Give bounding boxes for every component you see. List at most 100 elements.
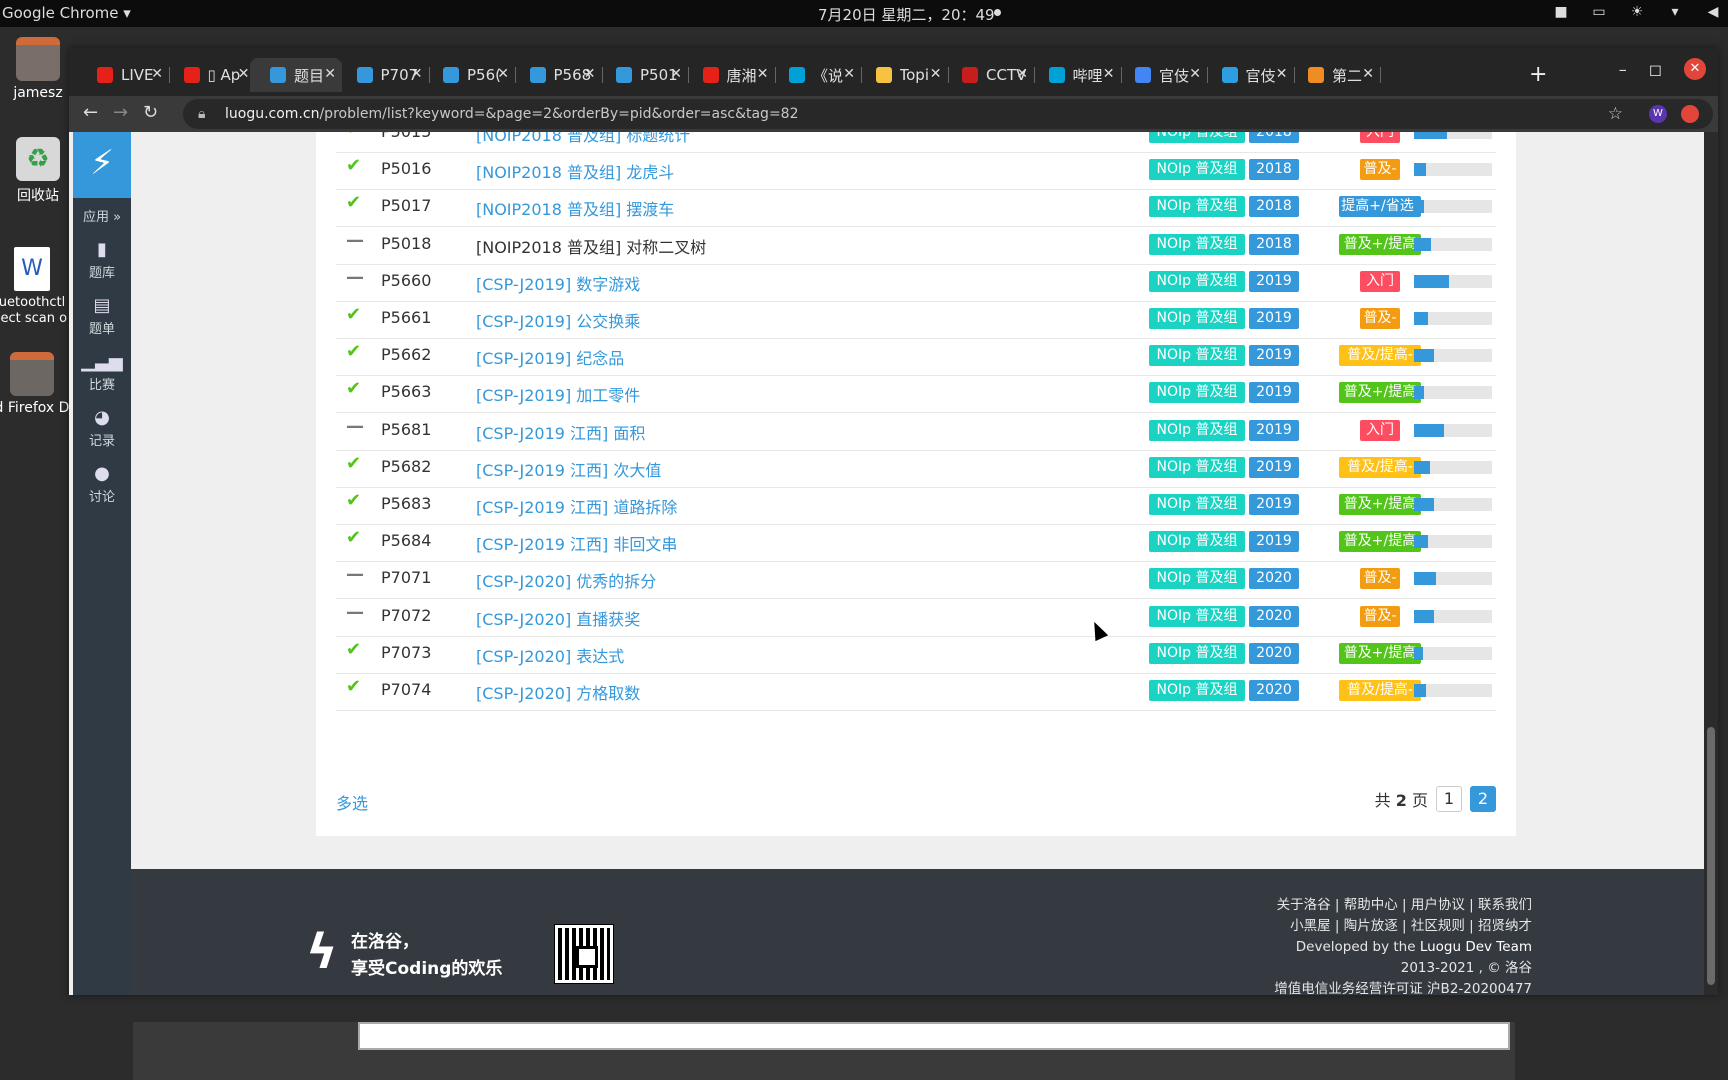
license-link[interactable]: 增值电信业务经营许可证 沪B2-20200477	[1274, 979, 1532, 995]
close-window-icon[interactable]: ✕	[1684, 58, 1706, 80]
tab-close-icon[interactable]: ✕	[324, 66, 336, 82]
browser-tab[interactable]: CCTV ✕	[942, 58, 1035, 92]
footer-link[interactable]: 招贤纳才	[1478, 918, 1532, 934]
tab-close-icon[interactable]: ✕	[1276, 66, 1288, 82]
footer-link[interactable]: 陶片放逐	[1344, 918, 1398, 934]
browser-tab[interactable]: 官伎 ✕	[1202, 58, 1295, 92]
problem-title-link[interactable]: [CSP-J2020] 表达式	[476, 643, 624, 667]
source-tag[interactable]: NOIp 普及组	[1149, 233, 1245, 255]
desktop-icon-home[interactable]: jamesz	[2, 37, 74, 101]
desktop-icon-folder[interactable]: d Firefox D	[0, 352, 72, 416]
browser-tab[interactable]: 哔哩 ✕	[1029, 58, 1122, 92]
year-tag[interactable]: 2020	[1249, 642, 1299, 664]
footer-link[interactable]: 小黑屋	[1290, 918, 1331, 934]
year-tag[interactable]: 2019	[1249, 419, 1299, 441]
extension-icon[interactable]: W	[1649, 105, 1667, 123]
minimize-icon[interactable]: –	[1619, 60, 1627, 79]
camera-icon[interactable]: ■	[1552, 3, 1570, 21]
footer-link[interactable]: 帮助中心	[1344, 897, 1398, 913]
browser-tab[interactable]: P568 ✕	[510, 58, 603, 92]
year-tag[interactable]: 2019	[1249, 531, 1299, 553]
problem-title-link[interactable]: [NOIP2018 普及组] 摆渡车	[476, 196, 674, 220]
browser-tab[interactable]: Topi ✕	[856, 58, 949, 92]
problem-title-link[interactable]: [CSP-J2019 江西] 面积	[476, 420, 645, 444]
sidebar-item-discuss[interactable]: ● 讨论	[73, 463, 131, 505]
problem-title-link[interactable]: [CSP-J2020] 优秀的拆分	[476, 568, 656, 592]
keyboard-icon[interactable]: ▭	[1590, 3, 1608, 21]
source-tag[interactable]: NOIp 普及组	[1149, 642, 1245, 664]
source-tag[interactable]: NOIp 普及组	[1149, 605, 1245, 627]
source-tag[interactable]: NOIp 普及组	[1149, 568, 1245, 590]
back-icon[interactable]: ←	[83, 102, 98, 123]
app-menu[interactable]: Google Chrome ▾	[2, 4, 131, 22]
source-tag[interactable]: NOIp 普及组	[1149, 419, 1245, 441]
source-tag[interactable]: NOIp 普及组	[1149, 159, 1245, 181]
tab-close-icon[interactable]: ✕	[411, 66, 423, 82]
source-tag[interactable]: NOIp 普及组	[1149, 680, 1245, 701]
page-scrollbar[interactable]	[1704, 132, 1718, 995]
problem-title-link[interactable]: [NOIP2018 普及组] 龙虎斗	[476, 159, 674, 183]
sidebar-item-contest[interactable]: ▁▃▅ 比赛	[73, 351, 131, 393]
tab-close-icon[interactable]: ✕	[757, 66, 769, 82]
source-tag[interactable]: NOIp 普及组	[1149, 345, 1245, 367]
source-tag[interactable]: NOIp 普及组	[1149, 382, 1245, 404]
source-tag[interactable]: NOIp 普及组	[1149, 456, 1245, 478]
footer-link[interactable]: 联系我们	[1478, 897, 1532, 913]
tab-close-icon[interactable]: ✕	[151, 66, 163, 82]
browser-tab[interactable]: ▯ Ap ✕	[164, 58, 257, 92]
browser-tab[interactable]: P56(✕	[423, 58, 516, 92]
year-tag[interactable]: 2018	[1249, 159, 1299, 181]
lock-icon[interactable]: 🔒︎	[198, 99, 205, 129]
tab-close-icon[interactable]: ✕	[843, 66, 855, 82]
reload-icon[interactable]: ↻	[143, 102, 158, 123]
footer-link[interactable]: 社区规则	[1411, 918, 1465, 934]
tab-close-icon[interactable]: ✕	[584, 66, 596, 82]
tab-close-icon[interactable]: ✕	[1189, 66, 1201, 82]
problem-title-link[interactable]: [CSP-J2019 江西] 道路拆除	[476, 494, 677, 518]
browser-tab[interactable]: 唐湘 ✕	[683, 58, 776, 92]
year-tag[interactable]: 2019	[1249, 494, 1299, 515]
year-tag[interactable]: 2020	[1249, 605, 1299, 627]
maximize-icon[interactable]: ◻	[1649, 60, 1662, 79]
browser-tab[interactable]: 《说 ✕	[769, 58, 862, 92]
year-tag[interactable]: 2020	[1249, 680, 1299, 701]
source-tag[interactable]: NOIp 普及组	[1149, 308, 1245, 329]
problem-title-link[interactable]: [CSP-J2020] 方格取数	[476, 680, 640, 704]
forward-icon[interactable]: →	[113, 102, 128, 123]
problem-title-link[interactable]: [CSP-J2019] 加工零件	[476, 382, 640, 406]
problem-title-link[interactable]: [NOIP2018 普及组] 对称二叉树	[476, 234, 706, 258]
year-tag[interactable]: 2019	[1249, 308, 1299, 329]
new-tab-button[interactable]: +	[1529, 62, 1547, 87]
problem-title-link[interactable]: [CSP-J2019] 纪念品	[476, 345, 624, 369]
year-tag[interactable]: 2020	[1249, 568, 1299, 590]
browser-tab[interactable]: 官伎 ✕	[1115, 58, 1208, 92]
sidebar-apps-toggle[interactable]: 应用 »	[73, 206, 131, 225]
volume-icon[interactable]: ◀	[1704, 3, 1722, 21]
year-tag[interactable]: 2019	[1249, 456, 1299, 478]
problem-title-link[interactable]: [CSP-J2019 江西] 非回文串	[476, 531, 677, 555]
sidebar-item-record[interactable]: ◕ 记录	[73, 407, 131, 449]
problem-title-link[interactable]: [NOIP2018 普及组] 标题统计	[476, 132, 690, 146]
source-tag[interactable]: NOIp 普及组	[1149, 196, 1245, 218]
multi-select-button[interactable]: 多选	[336, 790, 368, 814]
footer-link[interactable]: 关于洛谷	[1277, 897, 1331, 913]
profile-icon[interactable]	[1681, 105, 1699, 123]
tab-close-icon[interactable]: ✕	[1362, 66, 1374, 82]
year-tag[interactable]: 2018	[1249, 196, 1299, 218]
browser-tab[interactable]: P707 ✕	[337, 58, 430, 92]
source-tag[interactable]: NOIp 普及组	[1149, 494, 1245, 515]
brightness-icon[interactable]: ☀	[1628, 3, 1646, 21]
bookmark-star-icon[interactable]: ☆	[1608, 99, 1623, 129]
tab-close-icon[interactable]: ✕	[670, 66, 682, 82]
problem-title-link[interactable]: [CSP-J2020] 直播获奖	[476, 606, 640, 630]
luogu-logo-icon[interactable]: ⚡	[73, 132, 131, 198]
tab-close-icon[interactable]: ✕	[497, 66, 509, 82]
year-tag[interactable]: 2019	[1249, 345, 1299, 367]
tab-close-icon[interactable]: ✕	[1016, 66, 1028, 82]
problem-title-link[interactable]: [CSP-J2019] 公交换乘	[476, 308, 640, 332]
tab-close-icon[interactable]: ✕	[930, 66, 942, 82]
sidebar-item-training[interactable]: ▤ 题单	[73, 295, 131, 337]
tab-close-icon[interactable]: ✕	[1103, 66, 1115, 82]
problem-title-link[interactable]: [CSP-J2019] 数字游戏	[476, 271, 640, 295]
browser-tab[interactable]: LIVE ✕	[77, 58, 170, 92]
